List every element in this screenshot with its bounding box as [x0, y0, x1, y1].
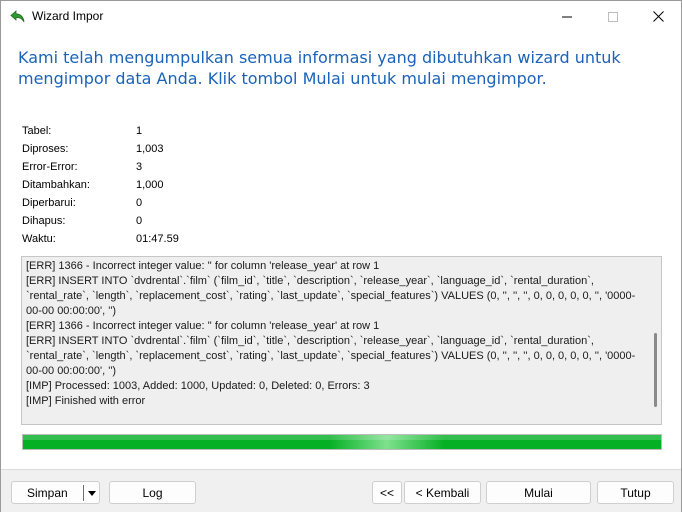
stat-label: Diperbarui: [22, 197, 76, 209]
start-button[interactable]: Mulai [486, 481, 591, 504]
progress-bar [22, 434, 662, 450]
footer-bar: Simpan Log << < Kembali Mulai Tutup [1, 469, 681, 512]
stat-value: 1 [136, 125, 143, 137]
stat-row-deleted: Dihapus: 0 [22, 215, 242, 231]
stat-value: 01:47.59 [136, 233, 179, 245]
back-arrow-green-icon [10, 9, 26, 25]
stat-label: Diproses: [22, 143, 69, 155]
maximize-button[interactable] [590, 1, 636, 32]
save-split-button[interactable]: Simpan [11, 481, 100, 504]
close-icon [652, 11, 664, 22]
save-button-label: Simpan [27, 485, 68, 500]
stat-row-tables: Tabel: 1 [22, 125, 242, 141]
log-button[interactable]: Log [109, 481, 196, 504]
log-line: [ERR] 1366 - Incorrect integer value: ''… [26, 320, 380, 332]
log-line: [ERR] INSERT INTO `dvdrental`.`film` (`f… [26, 335, 636, 377]
stat-row-time: Waktu: 01:47.59 [22, 233, 242, 249]
log-line: [IMP] Processed: 1003, Added: 1000, Upda… [26, 380, 370, 392]
stat-label: Ditambahkan: [22, 179, 90, 191]
maximize-icon [608, 11, 618, 22]
import-wizard-window: Wizard Impor Kami telah mengumpulkan sem… [0, 0, 682, 512]
log-line: [ERR] INSERT INTO `dvdrental`.`film` (`f… [26, 275, 636, 317]
minimize-button[interactable] [544, 1, 590, 32]
progress-fill [23, 435, 661, 449]
instruction-heading: Kami telah mengumpulkan semua informasi … [18, 48, 621, 88]
stat-value: 1,003 [136, 143, 164, 155]
split-divider [83, 485, 84, 501]
stat-value: 0 [136, 215, 143, 227]
back-button[interactable]: < Kembali [404, 481, 481, 504]
stat-label: Dihapus: [22, 215, 66, 227]
stat-label: Tabel: [22, 125, 52, 137]
minimize-icon [562, 16, 572, 17]
stat-label: Waktu: [22, 233, 56, 245]
stat-row-updated: Diperbarui: 0 [22, 197, 242, 213]
stat-row-errors: Error-Error: 3 [22, 161, 242, 177]
import-log[interactable]: [ERR] 1366 - Incorrect integer value: ''… [21, 256, 662, 425]
scrollbar-thumb[interactable] [654, 333, 657, 407]
first-step-button[interactable]: << [372, 481, 402, 504]
stat-value: 3 [136, 161, 143, 173]
log-line: [IMP] Finished with error [26, 395, 146, 407]
stat-value: 1,000 [136, 179, 164, 191]
dropdown-arrow-icon[interactable] [86, 488, 98, 498]
close-button[interactable]: Tutup [597, 481, 674, 504]
log-line: [ERR] 1366 - Incorrect integer value: ''… [26, 260, 380, 272]
stat-value: 0 [136, 197, 143, 209]
stat-label: Error-Error: [22, 161, 78, 173]
log-content: [ERR] 1366 - Incorrect integer value: ''… [26, 259, 642, 409]
window-title: Wizard Impor [32, 9, 104, 23]
log-scrollbar[interactable] [649, 257, 661, 424]
title-bar[interactable]: Wizard Impor [1, 1, 681, 32]
stat-row-added: Ditambahkan: 1,000 [22, 179, 242, 195]
stat-row-processed: Diproses: 1,003 [22, 143, 242, 159]
close-window-button[interactable] [635, 1, 681, 32]
